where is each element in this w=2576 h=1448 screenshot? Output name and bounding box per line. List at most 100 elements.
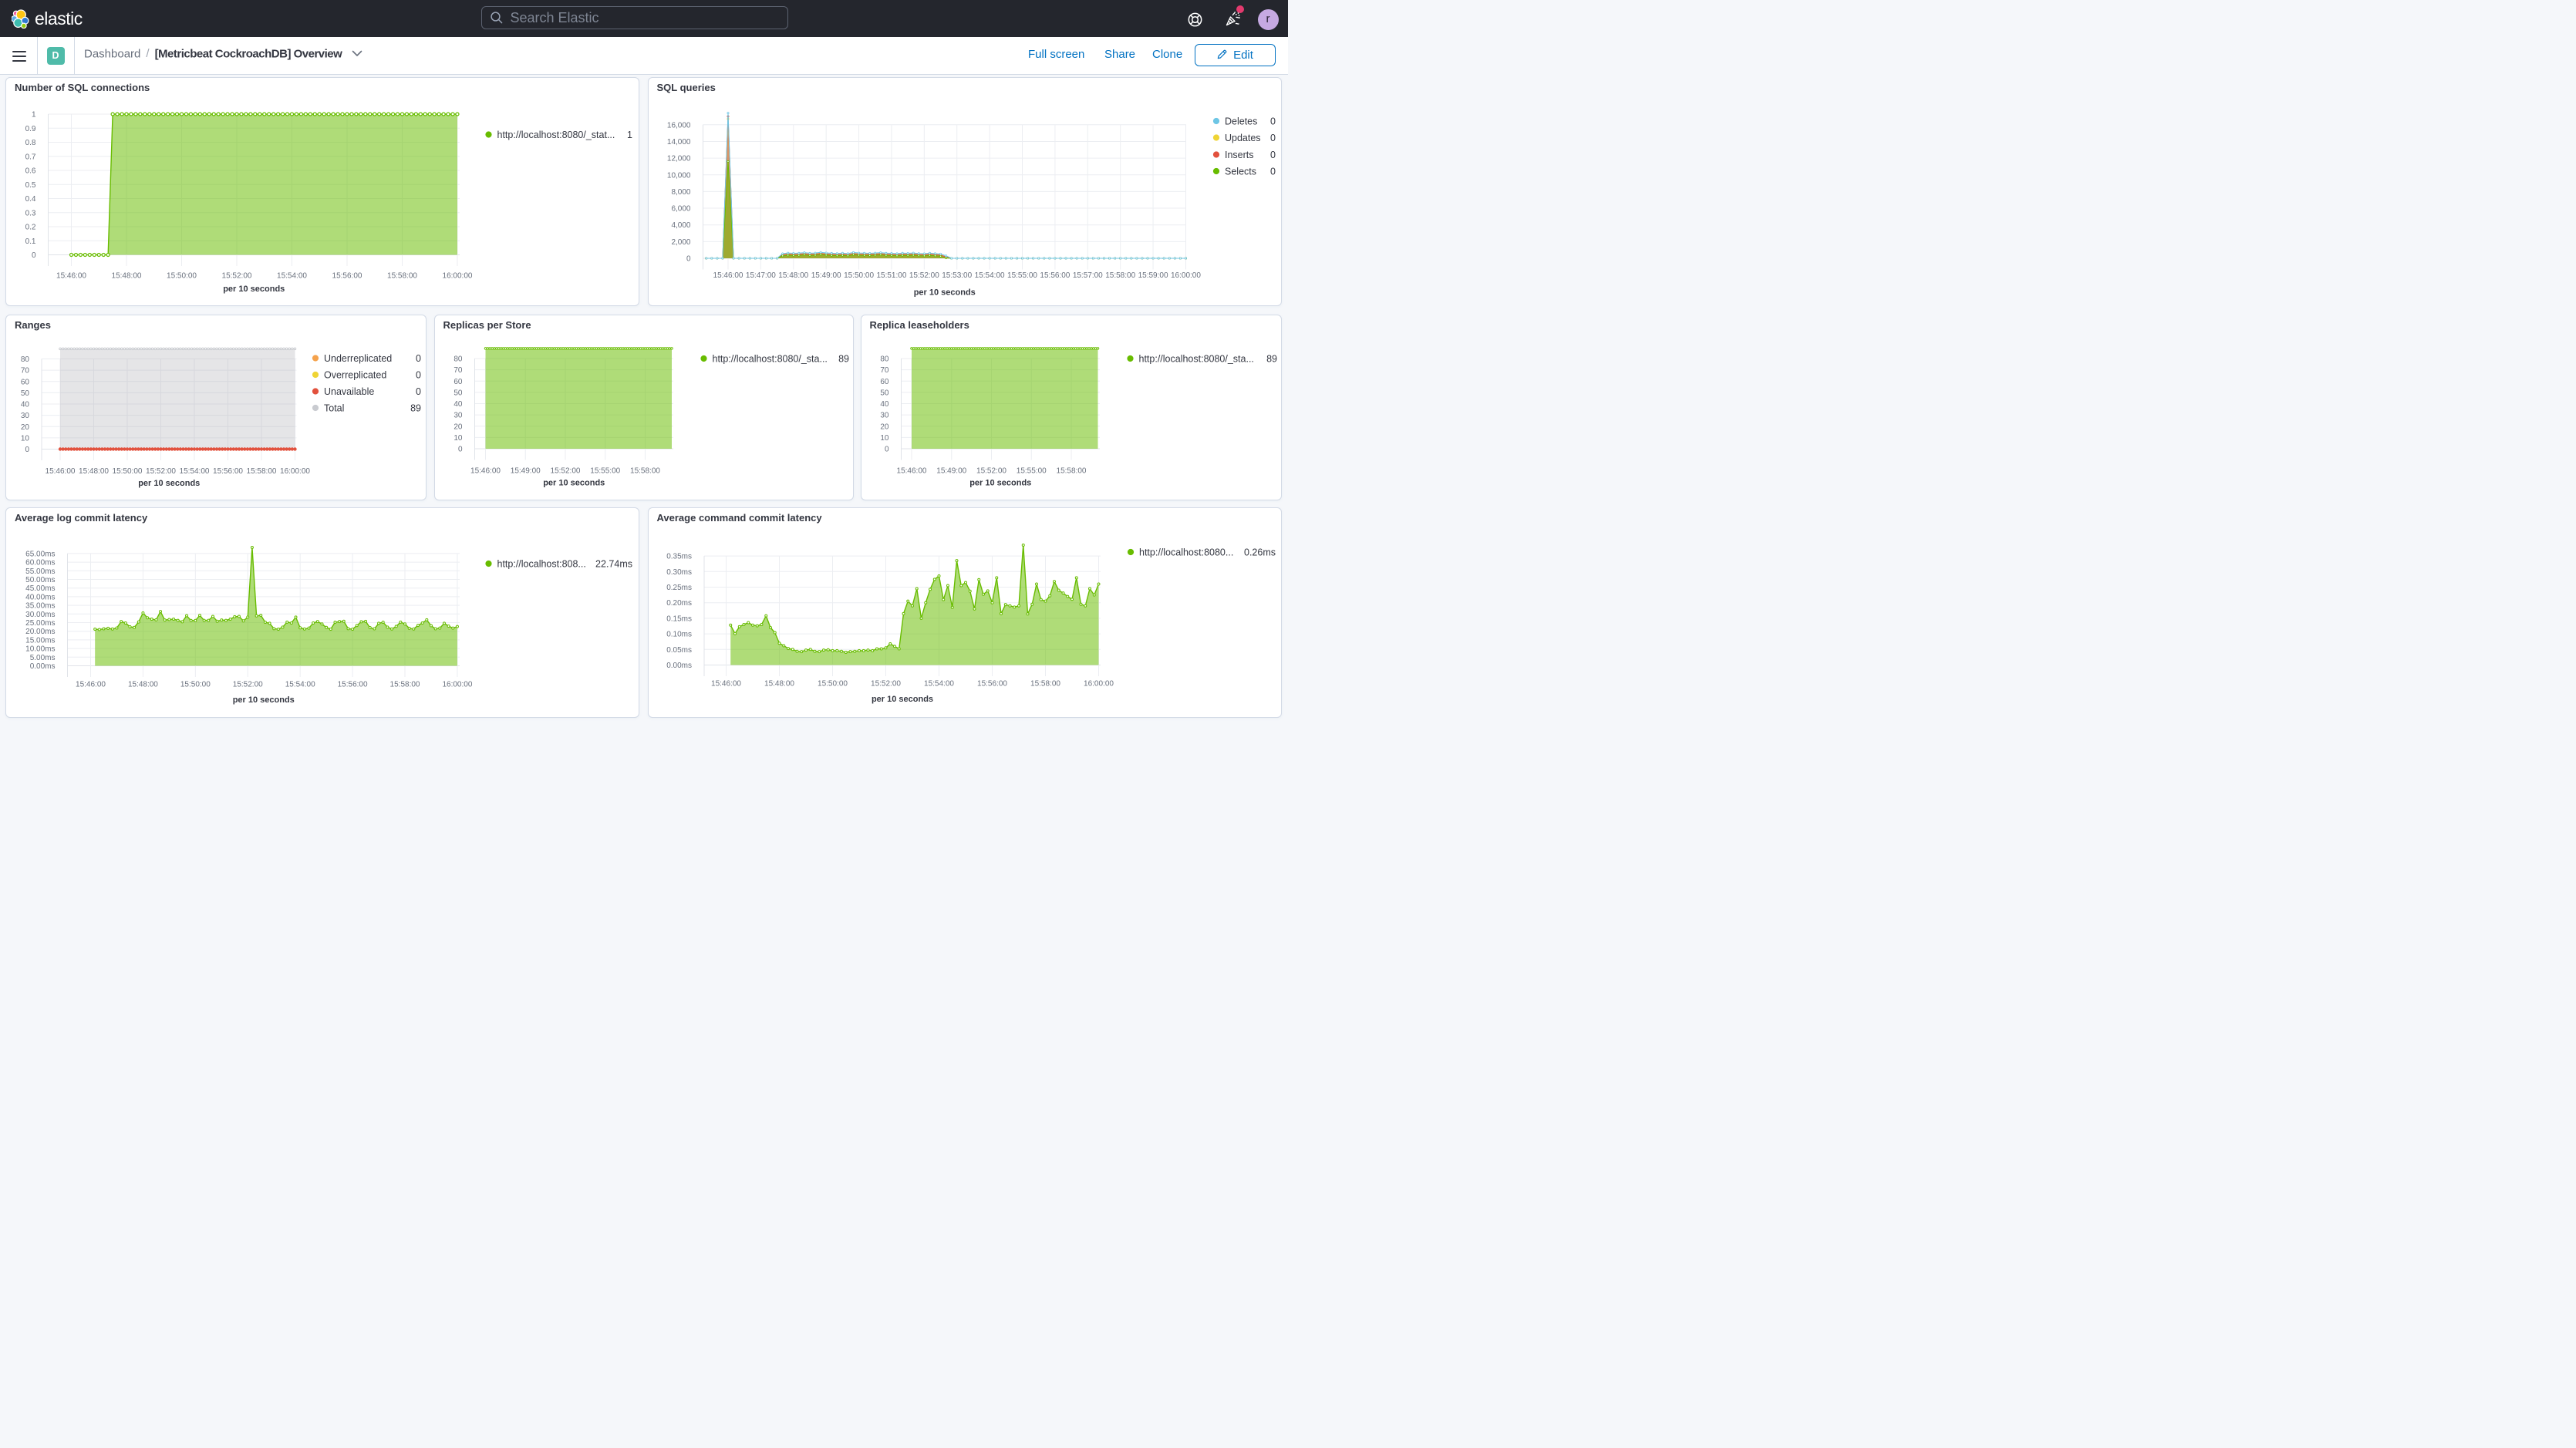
svg-text:10,000: 10,000 xyxy=(666,171,690,180)
svg-text:15:49:00: 15:49:00 xyxy=(510,466,540,475)
svg-text:15:53:00: 15:53:00 xyxy=(942,271,972,280)
svg-text:http://localhost:808...: http://localhost:808... xyxy=(497,559,586,570)
svg-text:2,000: 2,000 xyxy=(671,237,690,246)
svg-text:0.8: 0.8 xyxy=(25,139,36,147)
svg-text:per 10 seconds: per 10 seconds xyxy=(871,695,932,704)
svg-text:25.00ms: 25.00ms xyxy=(25,619,55,628)
svg-text:15:54:00: 15:54:00 xyxy=(285,681,315,689)
svg-text:15.00ms: 15.00ms xyxy=(25,636,55,645)
svg-text:http://localhost:8080/_stat...: http://localhost:8080/_stat... xyxy=(497,130,615,140)
svg-text:per 10 seconds: per 10 seconds xyxy=(969,478,1031,487)
svg-text:http://localhost:8080/_sta...: http://localhost:8080/_sta... xyxy=(712,353,827,364)
svg-text:89: 89 xyxy=(838,353,849,364)
svg-text:0: 0 xyxy=(25,446,29,454)
svg-text:0.2: 0.2 xyxy=(25,223,36,231)
svg-text:16:00:00: 16:00:00 xyxy=(280,467,310,476)
svg-text:15:50:00: 15:50:00 xyxy=(180,681,211,689)
svg-text:Overreplicated: Overreplicated xyxy=(324,369,386,380)
svg-text:0.7: 0.7 xyxy=(25,153,36,161)
svg-text:Unavailable: Unavailable xyxy=(324,386,374,397)
svg-text:40.00ms: 40.00ms xyxy=(25,593,55,601)
svg-text:per 10 seconds: per 10 seconds xyxy=(223,285,285,294)
svg-text:40: 40 xyxy=(880,400,889,409)
svg-text:15:48:00: 15:48:00 xyxy=(778,271,808,280)
svg-text:0.00ms: 0.00ms xyxy=(30,662,56,671)
svg-text:15:48:00: 15:48:00 xyxy=(128,681,158,689)
svg-text:15:49:00: 15:49:00 xyxy=(936,466,966,475)
svg-text:15:56:00: 15:56:00 xyxy=(332,271,362,280)
svg-text:15:46:00: 15:46:00 xyxy=(46,467,76,476)
svg-text:15:46:00: 15:46:00 xyxy=(713,271,743,280)
svg-text:12,000: 12,000 xyxy=(666,154,690,163)
svg-text:Inserts: Inserts xyxy=(1225,150,1254,160)
svg-text:Selects: Selects xyxy=(1225,166,1256,177)
svg-text:per 10 seconds: per 10 seconds xyxy=(913,288,975,297)
svg-text:30: 30 xyxy=(880,411,889,419)
svg-text:per 10 seconds: per 10 seconds xyxy=(543,478,605,487)
svg-text:0: 0 xyxy=(884,445,888,453)
svg-text:0: 0 xyxy=(1270,150,1276,160)
svg-text:0.3: 0.3 xyxy=(25,209,36,217)
svg-text:16:00:00: 16:00:00 xyxy=(443,271,473,280)
svg-text:40: 40 xyxy=(21,400,30,409)
svg-text:6,000: 6,000 xyxy=(671,204,690,213)
svg-text:15:52:00: 15:52:00 xyxy=(233,681,263,689)
svg-text:15:50:00: 15:50:00 xyxy=(818,680,848,689)
svg-text:15:58:00: 15:58:00 xyxy=(247,467,277,476)
svg-text:80: 80 xyxy=(453,355,463,363)
svg-text:http://localhost:8080/_sta...: http://localhost:8080/_sta... xyxy=(1138,353,1253,364)
svg-text:15:46:00: 15:46:00 xyxy=(470,466,501,475)
svg-text:0.26ms: 0.26ms xyxy=(1244,547,1276,558)
svg-text:http://localhost:8080...: http://localhost:8080... xyxy=(1139,547,1233,558)
svg-text:0: 0 xyxy=(32,251,36,260)
svg-text:60.00ms: 60.00ms xyxy=(25,559,55,567)
svg-text:60: 60 xyxy=(880,377,889,386)
svg-text:15:50:00: 15:50:00 xyxy=(167,271,197,280)
svg-text:10: 10 xyxy=(453,433,463,442)
svg-text:15:58:00: 15:58:00 xyxy=(387,271,417,280)
svg-text:60: 60 xyxy=(21,378,30,386)
svg-text:15:46:00: 15:46:00 xyxy=(56,271,86,280)
svg-text:50: 50 xyxy=(880,389,889,397)
svg-text:15:50:00: 15:50:00 xyxy=(844,271,874,280)
svg-text:70: 70 xyxy=(453,366,463,375)
svg-text:20.00ms: 20.00ms xyxy=(25,628,55,636)
svg-text:15:52:00: 15:52:00 xyxy=(976,466,1006,475)
svg-text:15:55:00: 15:55:00 xyxy=(590,466,620,475)
svg-text:15:59:00: 15:59:00 xyxy=(1138,271,1168,280)
svg-text:0.05ms: 0.05ms xyxy=(666,646,692,655)
svg-text:20: 20 xyxy=(453,423,463,431)
svg-text:15:58:00: 15:58:00 xyxy=(390,681,420,689)
svg-text:15:55:00: 15:55:00 xyxy=(1007,271,1037,280)
svg-text:0.10ms: 0.10ms xyxy=(666,631,692,639)
svg-text:15:56:00: 15:56:00 xyxy=(1040,271,1070,280)
svg-text:70: 70 xyxy=(21,366,30,375)
svg-text:16:00:00: 16:00:00 xyxy=(1170,271,1200,280)
svg-text:0.15ms: 0.15ms xyxy=(666,615,692,623)
svg-text:16:00:00: 16:00:00 xyxy=(1084,680,1114,689)
svg-text:15:52:00: 15:52:00 xyxy=(146,467,176,476)
svg-text:15:54:00: 15:54:00 xyxy=(277,271,307,280)
svg-text:40: 40 xyxy=(453,400,463,409)
svg-text:5.00ms: 5.00ms xyxy=(30,654,56,662)
svg-text:4,000: 4,000 xyxy=(671,221,690,230)
svg-text:Deletes: Deletes xyxy=(1225,116,1257,126)
svg-text:0.6: 0.6 xyxy=(25,167,36,175)
svg-text:per 10 seconds: per 10 seconds xyxy=(233,695,295,705)
svg-text:65.00ms: 65.00ms xyxy=(25,550,55,558)
svg-text:1: 1 xyxy=(32,110,36,119)
svg-text:15:52:00: 15:52:00 xyxy=(550,466,580,475)
svg-text:50.00ms: 50.00ms xyxy=(25,576,55,584)
svg-text:10: 10 xyxy=(21,434,30,443)
svg-text:14,000: 14,000 xyxy=(666,137,690,146)
svg-text:20: 20 xyxy=(880,423,889,431)
svg-text:30: 30 xyxy=(453,411,463,419)
svg-text:15:56:00: 15:56:00 xyxy=(977,680,1007,689)
svg-text:89: 89 xyxy=(410,402,421,413)
svg-text:55.00ms: 55.00ms xyxy=(25,567,55,576)
svg-text:15:58:00: 15:58:00 xyxy=(1105,271,1135,280)
svg-text:15:52:00: 15:52:00 xyxy=(909,271,939,280)
svg-text:1: 1 xyxy=(627,130,632,140)
svg-text:0.20ms: 0.20ms xyxy=(666,599,692,608)
svg-text:16:00:00: 16:00:00 xyxy=(442,681,472,689)
